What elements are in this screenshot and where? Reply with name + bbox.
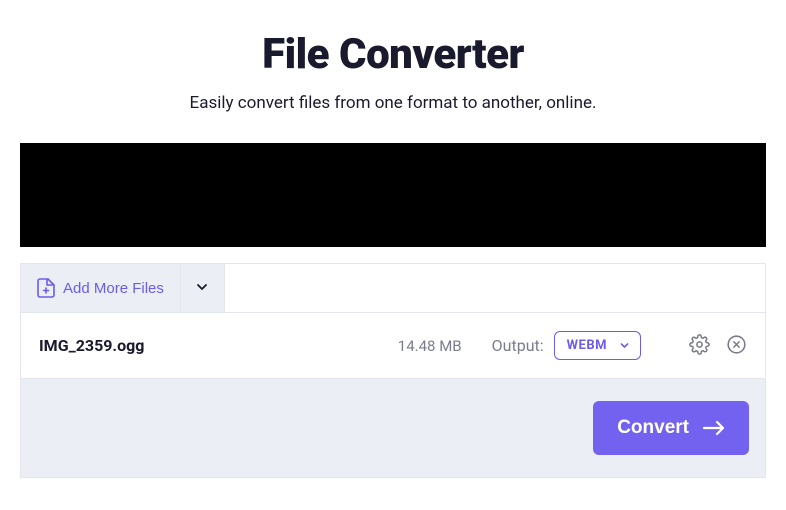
file-size: 14.48 MB — [398, 337, 462, 355]
ad-banner — [20, 143, 766, 247]
row-actions — [689, 334, 747, 358]
chevron-down-icon — [619, 340, 630, 351]
converter-panel: Add More Files IMG_2359.ogg 14.48 MB Out… — [20, 263, 766, 478]
gear-icon — [689, 334, 710, 358]
output-label: Output: — [492, 336, 544, 355]
chevron-down-icon — [195, 280, 209, 297]
file-name: IMG_2359.ogg — [39, 336, 398, 355]
file-row: IMG_2359.ogg 14.48 MB Output: WEBM — [21, 313, 765, 379]
file-plus-icon — [37, 278, 55, 298]
add-more-dropdown-toggle[interactable] — [181, 264, 225, 312]
output-format-select[interactable]: WEBM — [554, 331, 641, 360]
convert-button-label: Convert — [617, 417, 689, 439]
page-subtitle: Easily convert files from one format to … — [20, 93, 766, 113]
add-more-files-button[interactable]: Add More Files — [21, 264, 181, 312]
toolbar: Add More Files — [21, 264, 765, 313]
page-title: File Converter — [20, 30, 766, 79]
settings-button[interactable] — [689, 334, 710, 358]
convert-button[interactable]: Convert — [593, 401, 749, 455]
close-circle-icon — [726, 334, 747, 358]
remove-file-button[interactable] — [726, 334, 747, 358]
add-more-files-label: Add More Files — [63, 280, 164, 297]
arrow-right-icon — [703, 420, 725, 436]
output-format-value: WEBM — [567, 338, 607, 353]
panel-footer: Convert — [21, 379, 765, 477]
